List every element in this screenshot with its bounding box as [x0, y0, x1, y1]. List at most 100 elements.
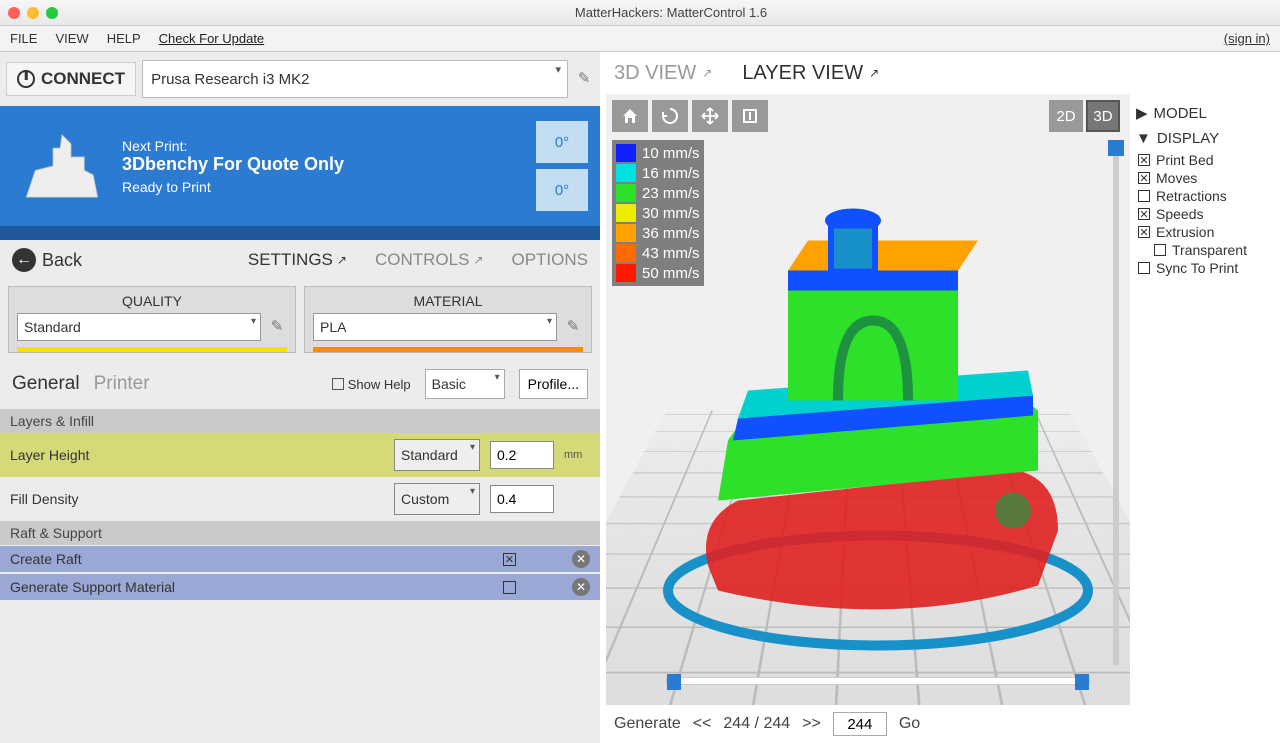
fill-density-preset[interactable]: Custom	[394, 483, 480, 515]
generate-support-row[interactable]: Generate Support Material ✕	[0, 574, 600, 600]
layer-counter: 244 / 244	[723, 715, 790, 733]
layer-viewport[interactable]: 2D 3D 10 mm/s 16 mm/s 23 mm/s 30 mm/s 36 mm/…	[606, 94, 1130, 705]
speed-swatch	[616, 224, 636, 242]
layer-height-unit: mm	[564, 449, 590, 461]
general-tab[interactable]: General	[12, 373, 80, 395]
speed-label: 16 mm/s	[642, 165, 700, 182]
quality-bar	[17, 347, 287, 352]
go-button[interactable]: Go	[899, 715, 920, 733]
speed-label: 36 mm/s	[642, 225, 700, 242]
tab-3d-view[interactable]: 3D VIEW	[614, 62, 712, 85]
view-3d-button[interactable]: 3D	[1086, 100, 1120, 132]
speed-swatch	[616, 164, 636, 182]
connect-button[interactable]: CONNECT	[6, 62, 136, 96]
layer-slider-thumb[interactable]	[1108, 140, 1124, 156]
display-opt-moves[interactable]: ✕Moves	[1138, 169, 1276, 187]
speed-legend-row: 36 mm/s	[616, 223, 700, 243]
speed-legend-row: 10 mm/s	[616, 143, 700, 163]
generate-support-remove-icon[interactable]: ✕	[572, 578, 590, 596]
minimize-window-icon[interactable]	[27, 7, 39, 19]
fill-density-label: Fill Density	[10, 491, 384, 507]
range-thumb-end[interactable]	[1075, 674, 1089, 690]
layer-height-input[interactable]	[490, 441, 554, 469]
check-update-link[interactable]: Check For Update	[159, 31, 265, 46]
tab-layer-view[interactable]: LAYER VIEW	[742, 62, 879, 85]
display-opt-speeds[interactable]: ✕Speeds	[1138, 205, 1276, 223]
back-button[interactable]: ← Back	[12, 248, 82, 272]
pan-view-button[interactable]	[692, 100, 728, 132]
zoom-fit-button[interactable]	[732, 100, 768, 132]
speed-swatch	[616, 204, 636, 222]
generate-button[interactable]: Generate	[614, 715, 681, 733]
fill-density-input[interactable]	[490, 485, 554, 513]
speed-label: 23 mm/s	[642, 185, 700, 202]
tab-options[interactable]: OPTIONS	[511, 250, 588, 270]
power-icon	[17, 70, 35, 88]
tab-controls[interactable]: CONTROLS	[375, 250, 484, 270]
tab-settings[interactable]: SETTINGS	[248, 250, 347, 270]
display-opt-retractions[interactable]: Retractions	[1138, 187, 1276, 205]
model-group-header[interactable]: ▶ MODEL	[1134, 100, 1276, 126]
speed-label: 30 mm/s	[642, 205, 700, 222]
material-title: MATERIAL	[313, 293, 583, 309]
create-raft-row[interactable]: Create Raft ✕ ✕	[0, 546, 600, 572]
rotate-view-button[interactable]	[652, 100, 688, 132]
bed-temp[interactable]: 0°	[536, 169, 588, 211]
speed-swatch	[616, 144, 636, 162]
range-thumb-start[interactable]	[667, 674, 681, 690]
right-panel: 3D VIEW LAYER VIEW	[600, 52, 1280, 743]
material-select[interactable]: PLA	[313, 313, 557, 341]
layer-input[interactable]	[833, 712, 887, 736]
checkbox-icon	[1138, 190, 1150, 202]
edit-quality-icon[interactable]: ✎	[267, 317, 287, 337]
layer-height-preset[interactable]: Standard	[394, 439, 480, 471]
connect-label: CONNECT	[41, 69, 125, 89]
extrusion-range-slider[interactable]	[666, 677, 1090, 691]
model-render	[638, 170, 1098, 653]
section-layers-infill: Layers & Infill	[0, 409, 600, 433]
display-opt-label: Moves	[1156, 170, 1197, 186]
display-group-header[interactable]: ▼ DISPLAY	[1134, 126, 1276, 151]
display-opt-extrusion[interactable]: ✕Extrusion	[1138, 223, 1276, 241]
menu-view[interactable]: VIEW	[55, 31, 88, 46]
speed-label: 43 mm/s	[642, 245, 700, 262]
menu-help[interactable]: HELP	[107, 31, 141, 46]
sign-in-link[interactable]: (sign in)	[1224, 31, 1270, 46]
checkbox-icon	[1154, 244, 1166, 256]
display-opt-sync-print[interactable]: Sync To Print	[1138, 259, 1276, 277]
speed-legend-row: 50 mm/s	[616, 263, 700, 283]
edit-material-icon[interactable]: ✎	[563, 317, 583, 337]
checkbox-icon	[1138, 262, 1150, 274]
show-help-toggle[interactable]: Show Help	[332, 377, 411, 392]
checkbox-icon: ✕	[1138, 154, 1150, 166]
next-print-status: Ready to Print	[122, 179, 526, 195]
edit-printer-icon[interactable]: ✎	[574, 69, 594, 89]
next-print-panel: Next Print: 3Dbenchy For Quote Only Read…	[0, 106, 600, 226]
display-opt-transparent[interactable]: Transparent	[1138, 241, 1276, 259]
create-raft-checkbox-icon: ✕	[503, 553, 516, 566]
display-opt-print-bed[interactable]: ✕Print Bed	[1138, 151, 1276, 169]
speed-swatch	[616, 244, 636, 262]
setting-layer-height: Layer Height Standard mm	[0, 433, 600, 477]
next-print-label: Next Print:	[122, 138, 526, 154]
printer-tab[interactable]: Printer	[94, 373, 150, 395]
maximize-window-icon[interactable]	[46, 7, 58, 19]
speed-legend-row: 16 mm/s	[616, 163, 700, 183]
printer-select[interactable]: Prusa Research i3 MK2	[142, 60, 568, 98]
speed-swatch	[616, 264, 636, 282]
create-raft-remove-icon[interactable]: ✕	[572, 550, 590, 568]
quality-select[interactable]: Standard	[17, 313, 261, 341]
profile-button[interactable]: Profile...	[519, 369, 588, 399]
next-layer-button[interactable]: >>	[802, 715, 821, 733]
extruder-temp[interactable]: 0°	[536, 121, 588, 163]
material-bar	[313, 347, 583, 352]
next-print-title: 3Dbenchy For Quote Only	[122, 154, 526, 175]
view-2d-button[interactable]: 2D	[1049, 100, 1083, 132]
prev-layer-button[interactable]: <<	[693, 715, 712, 733]
close-window-icon[interactable]	[8, 7, 20, 19]
speed-label: 10 mm/s	[642, 145, 700, 162]
level-select[interactable]: Basic	[425, 369, 505, 399]
home-view-button[interactable]	[612, 100, 648, 132]
menu-file[interactable]: FILE	[10, 31, 37, 46]
layer-slider[interactable]	[1108, 140, 1124, 665]
